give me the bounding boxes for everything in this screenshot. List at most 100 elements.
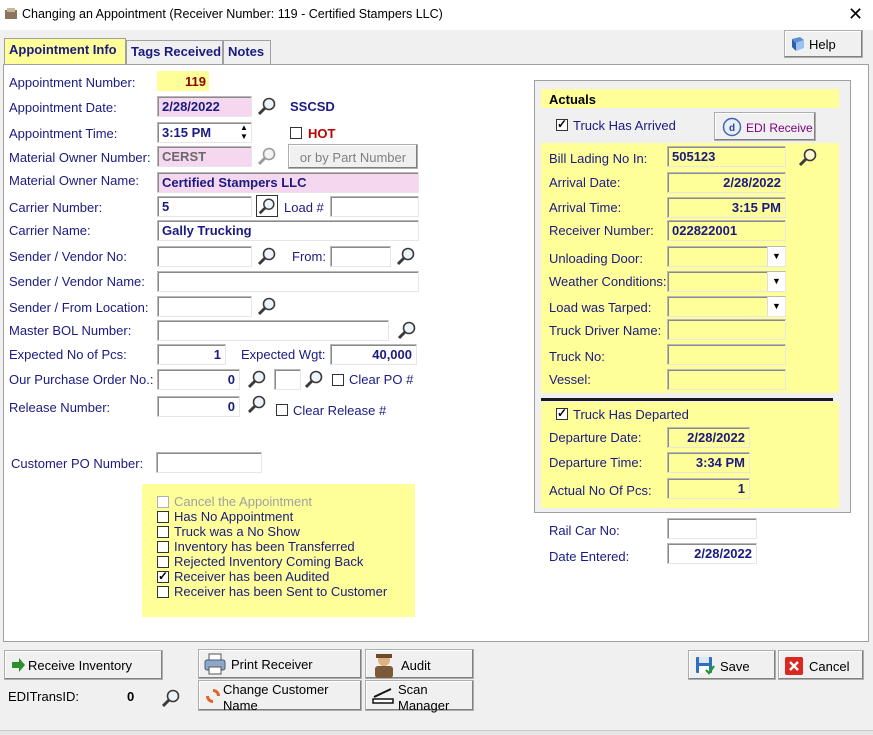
magnifier-icon[interactable] [256,195,278,217]
arrival-date-field[interactable]: 2/28/2022 [667,172,786,193]
status-checkbox[interactable] [157,586,169,598]
status-checkbox-label: Cancel the Appointment [174,494,313,509]
load-label: Load # [284,200,324,215]
clear-release-checkbox[interactable] [276,404,288,416]
edi-icon: d [722,117,742,137]
time-spinner[interactable]: ▲ ▼ [240,123,248,141]
magnifier-icon[interactable] [246,368,268,390]
departure-date-field[interactable]: 2/28/2022 [667,427,750,448]
part-number-button[interactable]: or by Part Number [288,144,418,169]
close-icon[interactable]: ✕ [848,4,863,25]
load-field[interactable] [330,196,419,217]
tab-notes[interactable]: Notes [223,40,271,64]
master-bol-field[interactable] [157,320,389,341]
scanner-icon [372,688,394,704]
arrival-time-field[interactable]: 3:15 PM [667,197,786,218]
driver-name-field[interactable] [667,319,786,340]
sender-from-location-field[interactable] [157,296,252,317]
rail-car-field[interactable] [667,518,757,539]
status-checkbox[interactable] [157,556,169,568]
clear-release-label: Clear Release # [293,403,387,418]
date-entered-label: Date Entered: [549,549,630,564]
departure-time-label: Departure Time: [549,455,643,470]
bill-lading-field[interactable]: 505123 [667,146,786,167]
magnifier-icon[interactable] [256,145,278,167]
unloading-door-select[interactable]: ▼ [667,246,786,267]
date-entered-field[interactable]: 2/28/2022 [667,543,757,564]
tarped-label: Load was Tarped: [549,300,652,315]
audit-button[interactable]: Audit [365,649,474,679]
magnifier-icon[interactable] [256,295,278,317]
auditor-icon [375,654,393,678]
actual-pcs-field[interactable]: 1 [667,478,750,499]
from-field[interactable] [330,246,391,267]
vessel-field[interactable] [667,369,786,390]
magnifier-icon[interactable] [160,687,182,709]
magnifier-icon[interactable] [395,245,417,267]
change-customer-name-button[interactable]: Change Customer Name [198,680,362,713]
magnifier-icon[interactable] [256,95,278,117]
carrier-name-field[interactable]: Gally Trucking [157,220,419,241]
from-label: From: [292,249,326,264]
appointment-time-field[interactable]: 3:15 PM [157,122,252,143]
status-checkbox-label: Receiver has been Sent to Customer [174,584,388,599]
departure-time-field[interactable]: 3:34 PM [667,452,750,473]
material-owner-number-label: Material Owner Number: [9,150,151,165]
scan-manager-label: Scan Manager [398,682,450,713]
receiver-number-field[interactable]: 022822001 [667,220,786,241]
user-code: SSCSD [290,99,335,114]
truck-no-field[interactable] [667,344,786,365]
tab-tags-received[interactable]: Tags Received [126,40,223,64]
status-bar [0,730,873,735]
status-checkbox[interactable] [157,526,169,538]
expected-pcs-label: Expected No of Pcs: [9,347,127,362]
expected-pcs-field[interactable]: 1 [157,344,226,365]
status-checkbox[interactable] [157,511,169,523]
sender-vendor-name-field[interactable] [157,271,419,292]
chevron-down-icon: ▼ [767,247,785,266]
status-checkbox-label: Truck was a No Show [174,524,300,539]
receive-inventory-button[interactable]: Receive Inventory [4,650,163,680]
status-checkbox[interactable] [157,569,169,583]
hot-checkbox[interactable] [290,127,302,139]
clear-po-checkbox[interactable] [332,374,344,386]
app-icon [5,8,17,19]
save-button[interactable]: Save [688,650,776,680]
truck-departed-checkbox[interactable] [556,406,568,420]
material-owner-number-field[interactable]: CERST [157,146,252,167]
scan-manager-button[interactable]: Scan Manager [365,680,474,713]
release-number-field[interactable]: 0 [157,396,240,417]
status-checkbox-label: Has No Appointment [174,509,294,524]
carrier-number-field[interactable]: 5 [157,196,252,217]
expected-wgt-field[interactable]: 40,000 [330,344,417,365]
driver-name-label: Truck Driver Name: [549,323,662,338]
material-owner-name-field[interactable]: Certified Stampers LLC [157,172,419,193]
tab-appointment-info[interactable]: Appointment Info [4,38,126,65]
help-button[interactable]: Help [784,30,863,58]
purchase-order-2-field[interactable] [274,369,301,390]
arrival-time-label: Arrival Time: [549,200,622,215]
magnifier-icon[interactable] [256,245,278,267]
tarped-select[interactable]: ▼ [667,296,786,317]
purchase-order-field[interactable]: 0 [157,369,240,390]
sender-vendor-no-field[interactable] [157,246,252,267]
cancel-x-icon [785,657,803,675]
edi-trans-label: EDITransID: [8,689,80,704]
cancel-button[interactable]: Cancel [778,650,864,680]
print-receiver-button[interactable]: Print Receiver [198,649,362,679]
appointment-date-field[interactable]: 2/28/2022 [157,96,252,117]
truck-arrived-checkbox[interactable] [556,117,568,131]
receive-inventory-label: Receive Inventory [28,658,133,673]
status-checkbox[interactable] [157,541,169,553]
edi-receive-button[interactable]: d EDI Receive [714,112,816,141]
customer-po-field[interactable] [156,452,262,473]
magnifier-icon[interactable] [396,319,418,341]
weather-select[interactable]: ▼ [667,271,786,292]
magnifier-icon[interactable] [797,146,819,168]
magnifier-icon[interactable] [246,393,268,415]
help-label: Help [809,37,836,52]
actual-pcs-label: Actual No Of Pcs: [549,483,652,498]
status-checkbox[interactable] [157,496,169,508]
save-disk-icon [696,657,715,675]
magnifier-icon[interactable] [303,368,325,390]
